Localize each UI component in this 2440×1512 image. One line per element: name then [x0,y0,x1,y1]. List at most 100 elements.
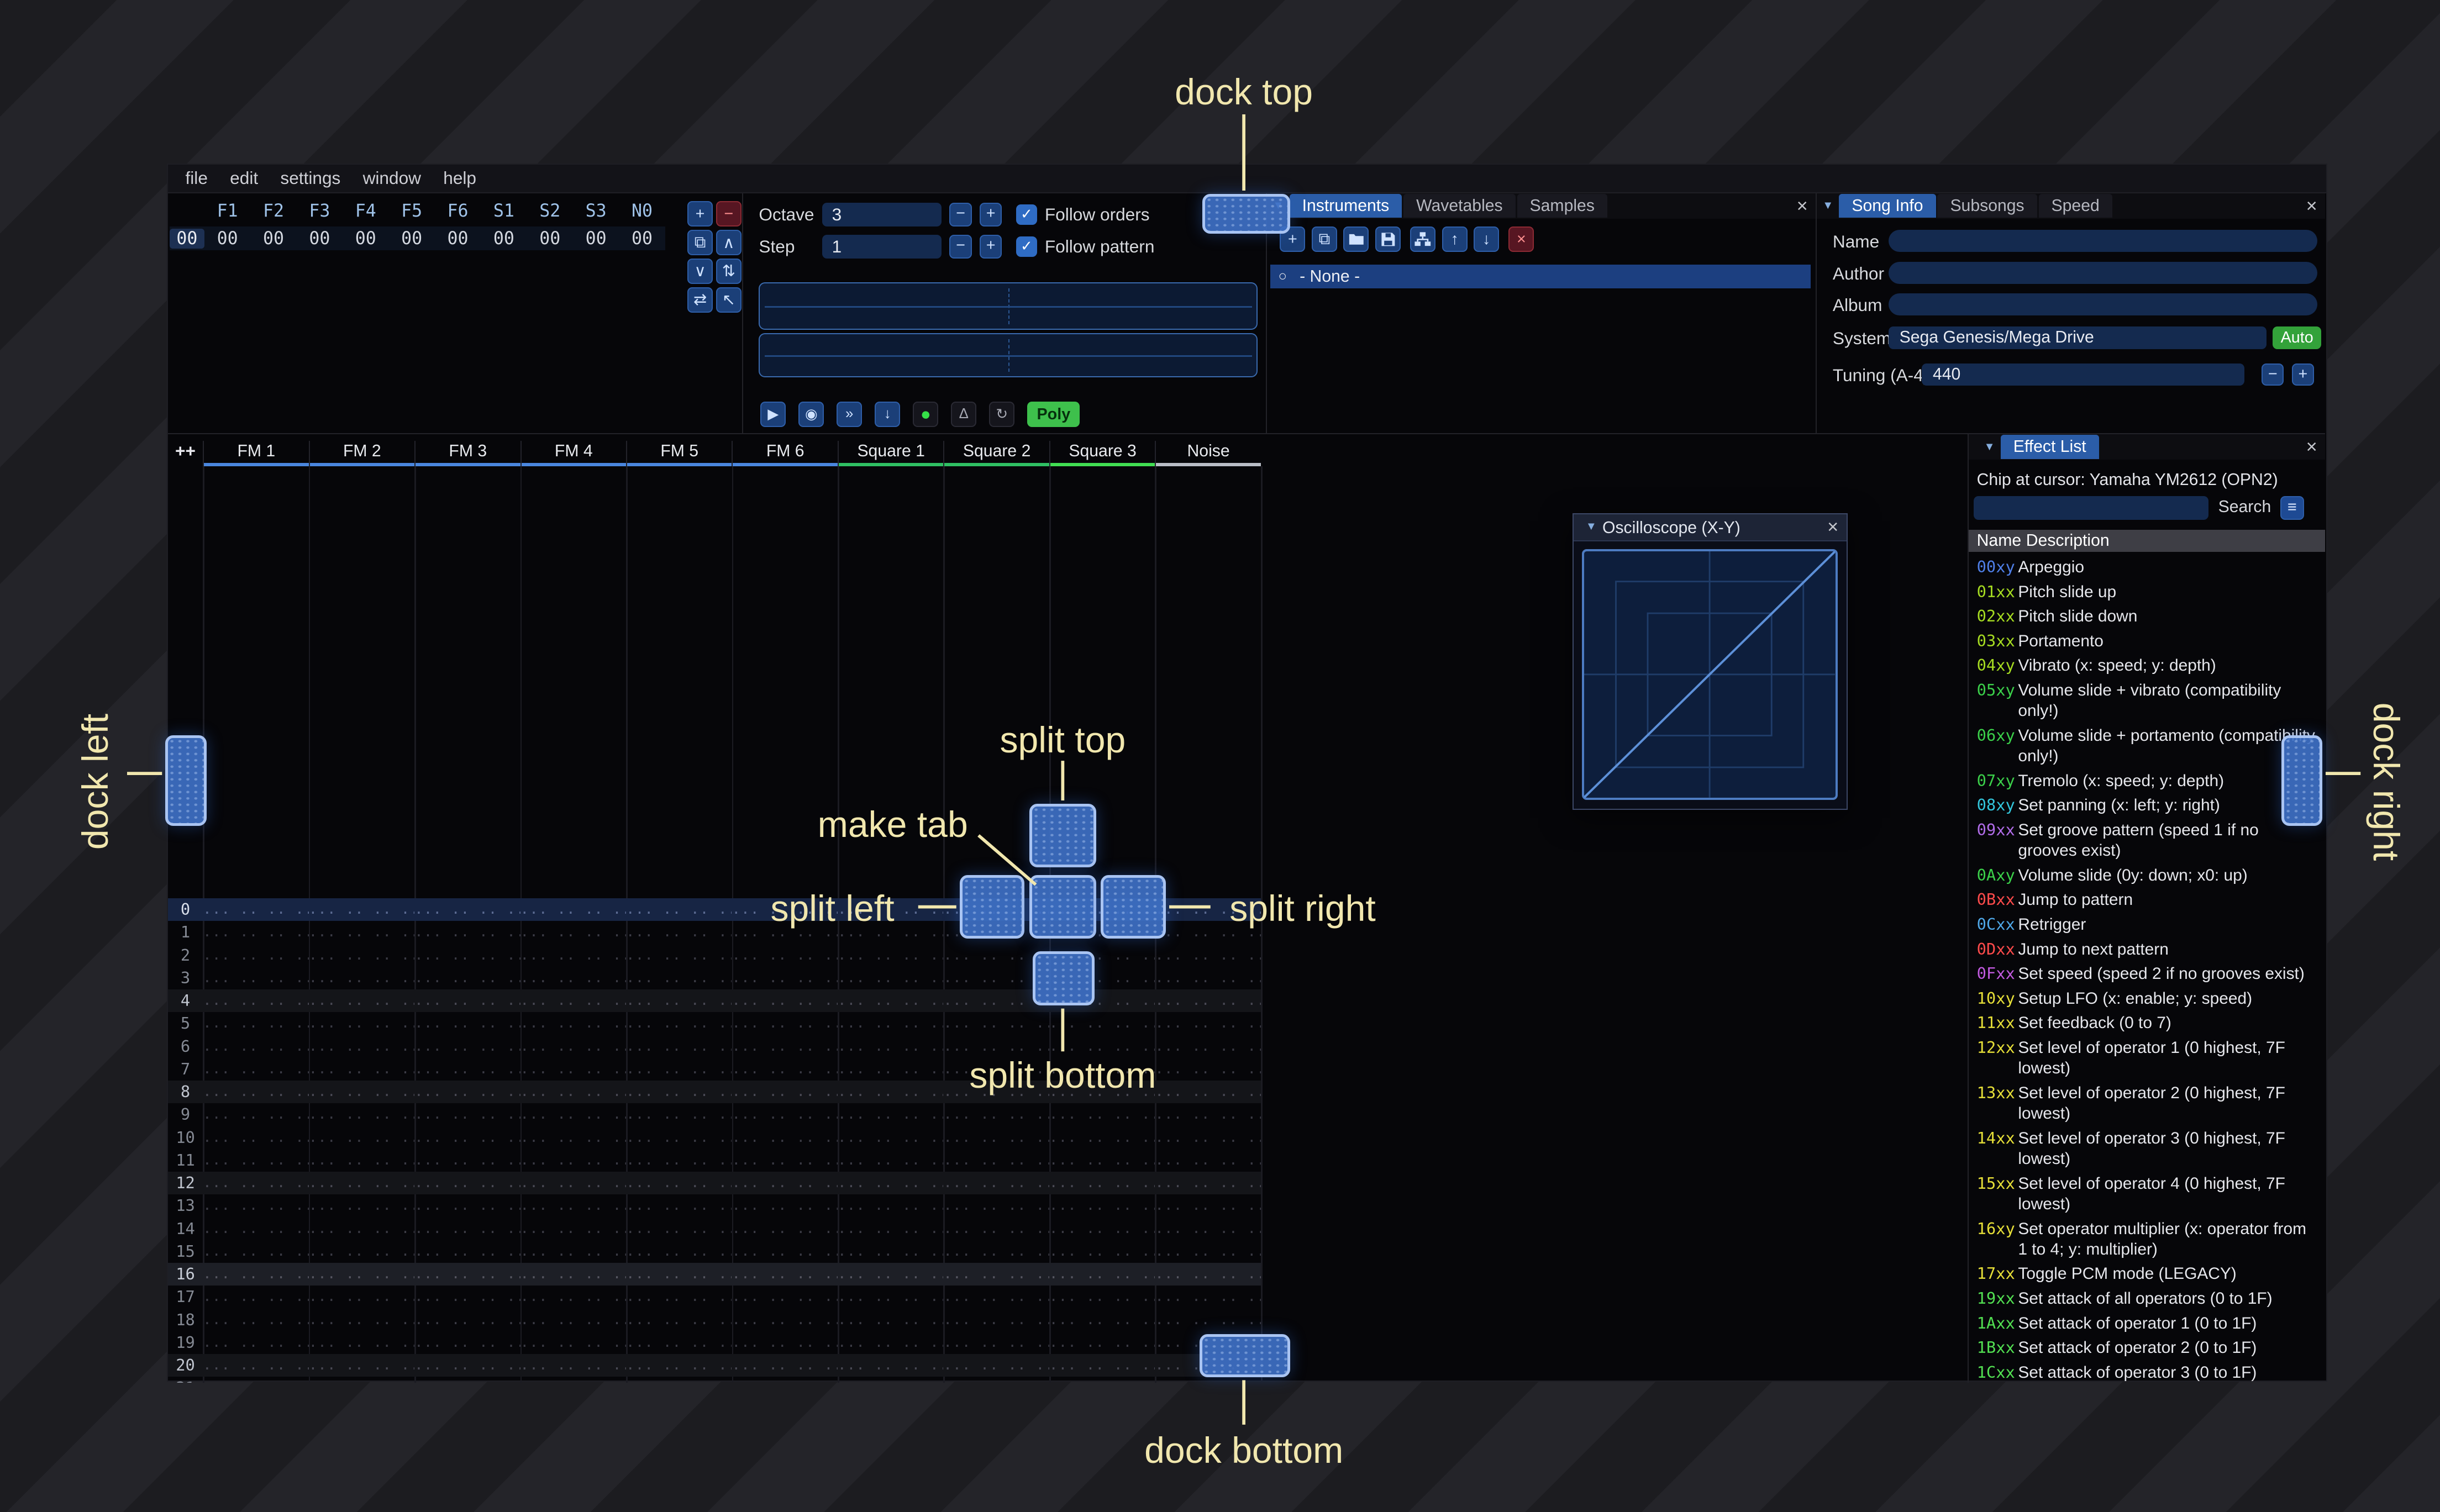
pattern-cell[interactable]: ... .. .. ... [203,1174,308,1191]
pattern-cell[interactable]: ... .. .. ... [838,992,943,1009]
pattern-cell[interactable]: ... .. .. ... [626,1334,732,1351]
pattern-cell[interactable]: ... .. .. ... [414,1129,520,1146]
effect-row[interactable]: 09xx Set groove pattern (speed 1 if no gr… [1969,818,2325,863]
pattern-cell[interactable]: ... .. .. ... [1155,1379,1260,1383]
split-target-top[interactable] [1029,803,1096,867]
pattern-channel-header[interactable]: FM 4 [520,440,626,466]
pattern-cell[interactable]: ... .. .. ... [732,992,837,1009]
tab-effect-list[interactable]: Effect List [2000,435,2099,459]
pattern-cell[interactable]: ... .. .. ... [838,1174,943,1191]
pattern-cell[interactable]: ... .. .. ... [309,1174,414,1191]
pattern-cell[interactable]: ... .. .. ... [943,1288,1049,1305]
dock-target-top[interactable] [1202,193,1290,234]
pattern-cell[interactable]: ... .. .. ... [1155,1083,1260,1100]
tuning-increase-button[interactable]: + [2291,363,2314,386]
pattern-cell[interactable]: ... .. .. ... [520,1266,626,1282]
pattern-cell[interactable]: ... .. .. ... [203,901,308,918]
pattern-cell[interactable]: ... .. .. ... [1049,1243,1155,1260]
play-from-cursor-button[interactable]: » [837,401,863,427]
pattern-cell[interactable]: ... .. .. ... [1049,1311,1155,1328]
instrument-delete-button[interactable]: × [1508,226,1534,252]
pattern-cell[interactable]: ... .. .. ... [520,924,626,940]
pattern-cell[interactable]: ... .. .. ... [943,1015,1049,1031]
pattern-cell[interactable]: ... .. .. ... [203,947,308,963]
order-cell[interactable]: 00 [527,229,573,249]
effect-row[interactable]: 19xx Set attack of all operators (0 to 1F… [1969,1286,2325,1311]
instrument-open-button[interactable] [1343,226,1369,252]
effect-row[interactable]: 1Cxx Set attack of operator 3 (0 to 1F) [1969,1360,2325,1383]
pattern-cell[interactable]: ... .. .. ... [732,1357,837,1373]
tuning-input[interactable]: 440 [1921,363,2244,386]
instrument-save-button[interactable] [1375,226,1401,252]
instrument-move-up-button[interactable]: ↑ [1442,226,1468,252]
order-remove-button[interactable]: − [716,201,742,227]
split-target-right[interactable] [1101,875,1166,939]
pattern-cell[interactable]: ... .. .. ... [1049,1357,1155,1373]
pattern-cell[interactable]: ... .. .. ... [203,1015,308,1031]
dock-target-right[interactable] [2281,735,2323,826]
pattern-cell[interactable]: ... .. .. ... [626,1197,732,1214]
pattern-cell[interactable]: ... .. .. ... [626,1220,732,1237]
pattern-cell[interactable]: ... .. .. ... [626,992,732,1009]
pattern-cell[interactable]: ... .. .. ... [943,1357,1049,1373]
pattern-cell[interactable]: ... .. .. ... [732,1311,837,1328]
effect-row[interactable]: 1Bxx Set attack of operator 2 (0 to 1F) [1969,1336,2325,1361]
pattern-cell[interactable]: ... .. .. ... [520,1243,626,1260]
pattern-cell[interactable]: ... .. .. ... [520,1106,626,1123]
pattern-channel-header[interactable]: Square 3 [1049,440,1155,466]
split-target-left[interactable] [959,875,1025,939]
pattern-cell[interactable]: ... .. .. ... [1049,1220,1155,1237]
pattern-cell[interactable]: ... .. .. ... [626,1083,732,1100]
menu-item-window[interactable]: window [351,164,432,193]
tab-samples[interactable]: Samples [1517,194,1607,218]
pattern-cell[interactable]: ... .. .. ... [1155,1061,1260,1077]
pattern-cell[interactable]: ... .. .. ... [838,947,943,963]
pattern-cell[interactable]: ... .. .. ... [309,1220,414,1237]
pattern-cell[interactable]: ... .. .. ... [203,1129,308,1146]
pattern-channel-header[interactable]: Square 1 [837,440,944,466]
pattern-cell[interactable]: ... .. .. ... [414,1220,520,1237]
pattern-cell[interactable]: ... .. .. ... [1049,1379,1155,1383]
octave-decrease-button[interactable]: − [949,203,972,227]
step-increase-button[interactable]: + [980,234,1002,259]
pattern-cell[interactable]: ... .. .. ... [838,1038,943,1055]
pattern-cell[interactable]: ... .. .. ... [626,1174,732,1191]
system-input[interactable]: Sega Genesis/Mega Drive [1888,326,2267,349]
pattern-cell[interactable]: ... .. .. ... [309,1129,414,1146]
pattern-cell[interactable]: ... .. .. ... [520,1288,626,1305]
effect-row[interactable]: 02xx Pitch slide down [1969,604,2325,629]
pattern-cell[interactable]: ... .. .. ... [414,1197,520,1214]
step-row-button[interactable]: ↓ [875,401,901,427]
pattern-cell[interactable]: ... .. .. ... [520,1061,626,1077]
pattern-cell[interactable]: ... .. .. ... [626,970,732,986]
order-row-number[interactable]: 00 [169,228,204,249]
oscilloscope-xy-titlebar[interactable]: ▼ Oscilloscope (X-Y) × [1574,514,1847,541]
pattern-cell[interactable]: ... .. .. ... [414,1174,520,1191]
effect-row[interactable]: 0Dxx Jump to next pattern [1969,937,2325,962]
pattern-cell[interactable]: ... .. .. ... [732,1334,837,1351]
pattern-cell[interactable]: ... .. .. ... [838,1288,943,1305]
pattern-cell[interactable]: ... .. .. ... [203,992,308,1009]
pattern-cell[interactable]: ... .. .. ... [203,1038,308,1055]
pattern-cell[interactable]: ... .. .. ... [203,924,308,940]
tab-subsongs[interactable]: Subsongs [1937,194,2037,218]
pattern-cell[interactable]: ... .. .. ... [943,1334,1049,1351]
effect-row[interactable]: 03xx Portamento [1969,629,2325,654]
dock-target-bottom[interactable] [1199,1334,1290,1377]
instrument-organize-button[interactable] [1410,226,1436,252]
pattern-cell[interactable]: ... .. .. ... [1155,992,1260,1009]
pattern-cell[interactable]: ... .. .. ... [732,1015,837,1031]
pattern-cell[interactable]: ... .. .. ... [838,1197,943,1214]
effect-row[interactable]: 0Fxx Set speed (speed 2 if no grooves exi… [1969,962,2325,987]
pattern-cell[interactable]: ... .. .. ... [626,1357,732,1373]
effect-row[interactable]: 14xx Set level of operator 3 (0 highest, … [1969,1126,2325,1171]
pattern-cell[interactable]: ... .. .. ... [1155,1152,1260,1168]
pattern-cell[interactable]: ... .. .. ... [309,901,414,918]
pattern-cell[interactable]: ... .. .. ... [943,1311,1049,1328]
pattern-cell[interactable]: ... .. .. ... [309,992,414,1009]
order-change-mode-button[interactable]: ⇅ [716,258,742,284]
pattern-cell[interactable]: ... .. .. ... [309,1038,414,1055]
pattern-cell[interactable]: ... .. .. ... [309,1083,414,1100]
effect-row[interactable]: 07xy Tremolo (x: speed; y: depth) [1969,768,2325,793]
pattern-cell[interactable]: ... .. .. ... [626,1038,732,1055]
